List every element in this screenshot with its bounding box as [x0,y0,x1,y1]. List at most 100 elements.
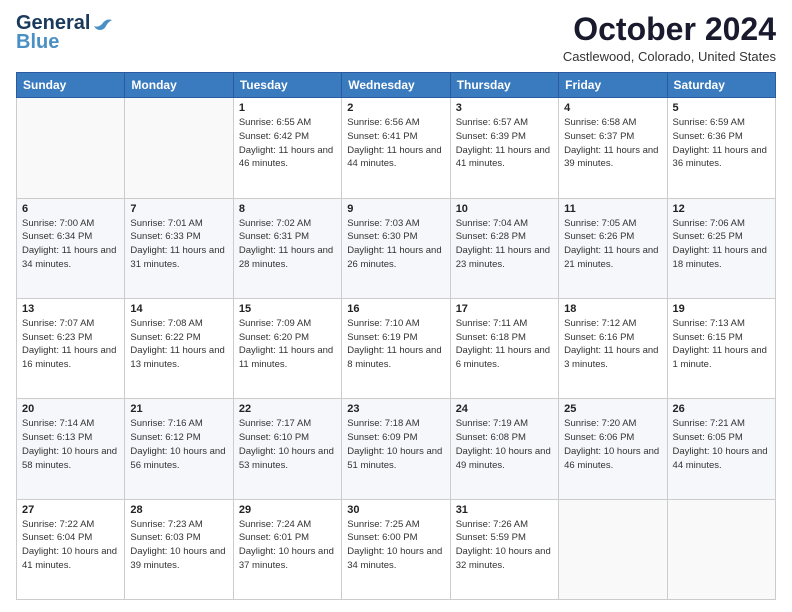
day-info: Sunrise: 7:11 AMSunset: 6:18 PMDaylight:… [456,317,553,372]
day-number: 15 [239,303,336,315]
day-number: 18 [564,303,661,315]
day-info: Sunrise: 7:25 AMSunset: 6:00 PMDaylight:… [347,518,444,573]
day-number: 31 [456,504,553,516]
calendar-cell: 19Sunrise: 7:13 AMSunset: 6:15 PMDayligh… [667,298,775,398]
day-number: 5 [673,102,770,114]
calendar-cell: 27Sunrise: 7:22 AMSunset: 6:04 PMDayligh… [17,499,125,599]
calendar-week-row: 20 Sunrise: 7:14 AMSunset: 6:13 PMDayligh… [17,399,776,499]
calendar-cell: 29 Sunrise: 7:24 AMSunset: 6:01 PMDayligh… [233,499,341,599]
calendar-week-row: 27Sunrise: 7:22 AMSunset: 6:04 PMDayligh… [17,499,776,599]
header: General Blue October 2024 Castlewood, Co… [16,12,776,64]
day-info: Sunrise: 7:09 AMSunset: 6:20 PMDaylight:… [239,317,336,372]
day-info: Sunrise: 7:07 AMSunset: 6:23 PMDaylight:… [22,317,119,372]
calendar-cell: 18 Sunrise: 7:12 AMSunset: 6:16 PMDayligh… [559,298,667,398]
month-title: October 2024 [563,12,776,47]
day-info: Sunrise: 7:04 AMSunset: 6:28 PMDaylight:… [456,217,553,272]
calendar-header-row: Sunday Monday Tuesday Wednesday Thursday… [17,73,776,98]
calendar-cell: 3 Sunrise: 6:57 AMSunset: 6:39 PMDaylight… [450,98,558,198]
calendar-cell: 24 Sunrise: 7:19 AMSunset: 6:08 PMDayligh… [450,399,558,499]
day-info: Sunrise: 7:03 AMSunset: 6:30 PMDaylight:… [347,217,444,272]
calendar-cell: 1 Sunrise: 6:55 AMSunset: 6:42 PMDaylight… [233,98,341,198]
calendar-cell: 16 Sunrise: 7:10 AMSunset: 6:19 PMDayligh… [342,298,450,398]
calendar-cell [125,98,233,198]
day-number: 24 [456,403,553,415]
calendar-cell: 4 Sunrise: 6:58 AMSunset: 6:37 PMDaylight… [559,98,667,198]
page: General Blue October 2024 Castlewood, Co… [0,0,792,612]
calendar-week-row: 6 Sunrise: 7:00 AMSunset: 6:34 PMDaylight… [17,198,776,298]
calendar-cell: 15 Sunrise: 7:09 AMSunset: 6:20 PMDayligh… [233,298,341,398]
day-info: Sunrise: 7:17 AMSunset: 6:10 PMDaylight:… [239,417,336,472]
col-thursday: Thursday [450,73,558,98]
logo-blue: Blue [16,31,59,54]
day-number: 19 [673,303,770,315]
day-info: Sunrise: 7:00 AMSunset: 6:34 PMDaylight:… [22,217,119,272]
day-info: Sunrise: 6:55 AMSunset: 6:42 PMDaylight:… [239,116,336,171]
day-number: 7 [130,203,227,215]
location: Castlewood, Colorado, United States [563,49,776,64]
calendar-cell: 6 Sunrise: 7:00 AMSunset: 6:34 PMDaylight… [17,198,125,298]
day-number: 21 [130,403,227,415]
day-number: 10 [456,203,553,215]
day-number: 16 [347,303,444,315]
day-info: Sunrise: 7:24 AMSunset: 6:01 PMDaylight:… [239,518,336,573]
calendar-cell: 8 Sunrise: 7:02 AMSunset: 6:31 PMDaylight… [233,198,341,298]
day-number: 11 [564,203,661,215]
calendar-week-row: 1 Sunrise: 6:55 AMSunset: 6:42 PMDaylight… [17,98,776,198]
day-number: 20 [22,403,119,415]
calendar-cell: 21 Sunrise: 7:16 AMSunset: 6:12 PMDayligh… [125,399,233,499]
day-info: Sunrise: 7:23 AMSunset: 6:03 PMDaylight:… [130,518,227,573]
day-number: 12 [673,203,770,215]
day-number: 13 [22,303,119,315]
day-info: Sunrise: 6:57 AMSunset: 6:39 PMDaylight:… [456,116,553,171]
logo: General Blue [16,12,114,54]
calendar-cell: 7 Sunrise: 7:01 AMSunset: 6:33 PMDaylight… [125,198,233,298]
calendar-cell [559,499,667,599]
col-sunday: Sunday [17,73,125,98]
logo-bird-icon [92,16,114,32]
calendar-table: Sunday Monday Tuesday Wednesday Thursday… [16,72,776,600]
calendar-cell [17,98,125,198]
day-number: 3 [456,102,553,114]
calendar-cell: 28 Sunrise: 7:23 AMSunset: 6:03 PMDayligh… [125,499,233,599]
day-number: 25 [564,403,661,415]
day-number: 4 [564,102,661,114]
day-number: 27 [22,504,119,516]
calendar-cell: 10 Sunrise: 7:04 AMSunset: 6:28 PMDayligh… [450,198,558,298]
calendar-week-row: 13 Sunrise: 7:07 AMSunset: 6:23 PMDayligh… [17,298,776,398]
day-number: 9 [347,203,444,215]
day-number: 23 [347,403,444,415]
day-number: 30 [347,504,444,516]
calendar-cell: 31 Sunrise: 7:26 AMSunset: 5:59 PMDayligh… [450,499,558,599]
day-info: Sunrise: 7:20 AMSunset: 6:06 PMDaylight:… [564,417,661,472]
col-wednesday: Wednesday [342,73,450,98]
day-info: Sunrise: 7:19 AMSunset: 6:08 PMDaylight:… [456,417,553,472]
day-info: Sunrise: 6:56 AMSunset: 6:41 PMDaylight:… [347,116,444,171]
calendar-cell: 26Sunrise: 7:21 AMSunset: 6:05 PMDayligh… [667,399,775,499]
calendar-cell: 22Sunrise: 7:17 AMSunset: 6:10 PMDayligh… [233,399,341,499]
day-number: 1 [239,102,336,114]
day-info: Sunrise: 7:14 AMSunset: 6:13 PMDaylight:… [22,417,119,472]
calendar-cell: 17 Sunrise: 7:11 AMSunset: 6:18 PMDayligh… [450,298,558,398]
day-info: Sunrise: 7:12 AMSunset: 6:16 PMDaylight:… [564,317,661,372]
day-number: 8 [239,203,336,215]
day-info: Sunrise: 7:02 AMSunset: 6:31 PMDaylight:… [239,217,336,272]
day-number: 6 [22,203,119,215]
day-info: Sunrise: 7:10 AMSunset: 6:19 PMDaylight:… [347,317,444,372]
day-info: Sunrise: 6:59 AMSunset: 6:36 PMDaylight:… [673,116,770,171]
calendar-cell: 11 Sunrise: 7:05 AMSunset: 6:26 PMDayligh… [559,198,667,298]
title-block: October 2024 Castlewood, Colorado, Unite… [563,12,776,64]
calendar-cell: 30 Sunrise: 7:25 AMSunset: 6:00 PMDayligh… [342,499,450,599]
day-info: Sunrise: 6:58 AMSunset: 6:37 PMDaylight:… [564,116,661,171]
day-info: Sunrise: 7:18 AMSunset: 6:09 PMDaylight:… [347,417,444,472]
day-info: Sunrise: 7:01 AMSunset: 6:33 PMDaylight:… [130,217,227,272]
col-friday: Friday [559,73,667,98]
calendar-cell: 23 Sunrise: 7:18 AMSunset: 6:09 PMDayligh… [342,399,450,499]
day-info: Sunrise: 7:06 AMSunset: 6:25 PMDaylight:… [673,217,770,272]
day-info: Sunrise: 7:16 AMSunset: 6:12 PMDaylight:… [130,417,227,472]
day-number: 28 [130,504,227,516]
day-number: 26 [673,403,770,415]
day-info: Sunrise: 7:05 AMSunset: 6:26 PMDaylight:… [564,217,661,272]
day-number: 29 [239,504,336,516]
day-info: Sunrise: 7:26 AMSunset: 5:59 PMDaylight:… [456,518,553,573]
day-number: 17 [456,303,553,315]
